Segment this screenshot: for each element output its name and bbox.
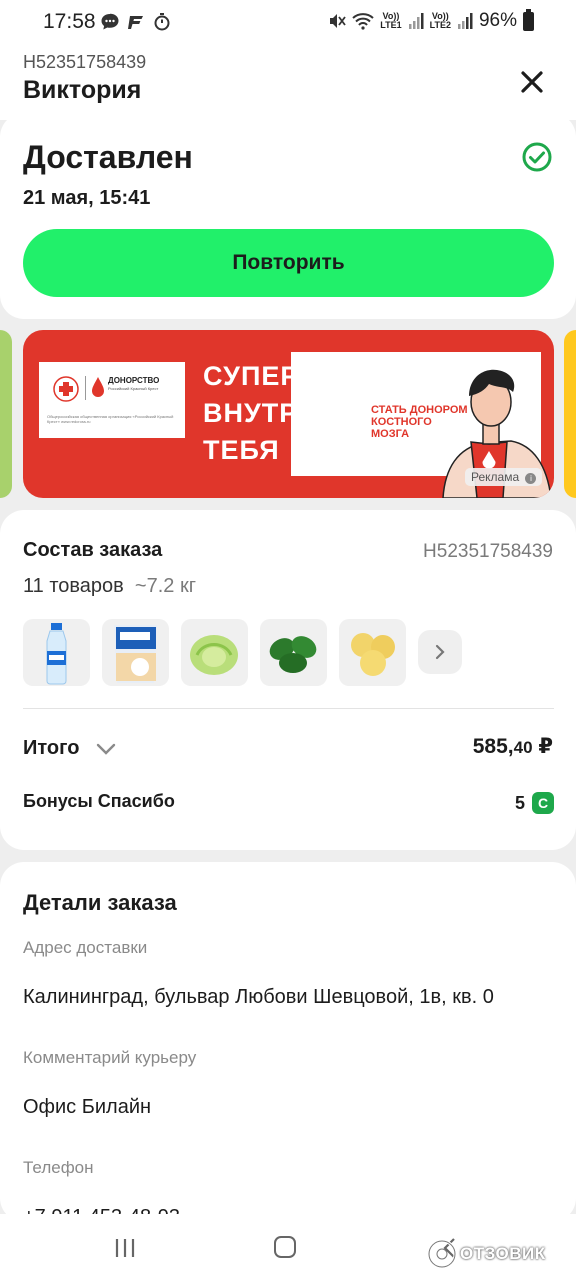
- header-order-number: H52351758439: [23, 52, 147, 72]
- status-left-icons: [100, 12, 172, 32]
- signal-1-icon: [408, 13, 424, 29]
- recents-icon[interactable]: [114, 1238, 136, 1258]
- peaches-icon: [351, 633, 395, 676]
- phone-label: Телефон: [23, 1158, 94, 1177]
- battery-icon: [523, 8, 534, 31]
- cabbage-icon: [190, 635, 238, 675]
- banner-logo-note: Общероссийская общественная организация …: [47, 414, 174, 424]
- status-card: Доставлен 21 мая, 15:41 Повторить: [0, 113, 576, 319]
- blood-drop-icon: [92, 377, 104, 397]
- chevron-down-icon[interactable]: [95, 740, 117, 758]
- product-thumbnails: [23, 619, 462, 686]
- total-value: 585,40 ₽: [472, 735, 553, 758]
- banner-logo-subtitle: Российский Красный Крест: [108, 386, 159, 391]
- promo-banner[interactable]: ДОНОРСТВО Российский Красный Крест Общер…: [23, 330, 554, 498]
- app-f-icon: [128, 16, 143, 29]
- comment-value: Офис Билайн: [23, 1096, 152, 1118]
- repeat-button[interactable]: Повторить: [23, 229, 554, 297]
- status-bar: 17:58 Vo)) LTE1 Vo)) LTE2 96%: [0, 0, 576, 46]
- details-card: Детали заказа Адрес доставки Калининград…: [0, 862, 576, 1222]
- status-right: Vo)) LTE1 Vo)) LTE2 96%: [328, 8, 534, 32]
- close-icon[interactable]: [516, 66, 548, 98]
- watermark: ОТЗОВИК: [426, 1236, 566, 1272]
- sim2-label: Vo)) LTE2: [429, 11, 451, 30]
- spinach-icon: [269, 636, 317, 673]
- water-bottle-icon: [46, 623, 67, 685]
- battery-percent: 96%: [478, 10, 517, 31]
- header: H52351758439 Виктория: [0, 46, 576, 120]
- address-label: Адрес доставки: [23, 938, 148, 957]
- bonus-value: 5: [515, 793, 526, 813]
- info-icon: i: [525, 473, 537, 484]
- timer-icon: [154, 13, 170, 31]
- status-date: 21 мая, 15:41: [23, 187, 151, 209]
- header-customer-name: Виктория: [23, 76, 142, 104]
- more-products-button[interactable]: [418, 630, 462, 674]
- wifi-icon: [352, 13, 374, 30]
- home-icon[interactable]: [274, 1236, 296, 1258]
- status-title: Доставлен: [23, 139, 193, 175]
- thumb-spinach[interactable]: [260, 619, 327, 686]
- banner-logo: ДОНОРСТВО Российский Красный Крест Общер…: [39, 362, 185, 438]
- salt-pack-icon: [114, 625, 157, 683]
- address-value: Калининград, бульвар Любови Шевцовой, 1в…: [23, 986, 494, 1008]
- spasibo-bonus-icon: С: [532, 792, 554, 814]
- banner-prev-peek[interactable]: [0, 330, 12, 498]
- banner-logo-title: ДОНОРСТВО: [108, 376, 160, 385]
- comment-label: Комментарий курьеру: [23, 1048, 197, 1067]
- status-time: 17:58: [43, 10, 96, 33]
- red-cross-icon: [53, 376, 79, 402]
- bonus-label: Бонусы Спасибо: [23, 791, 175, 811]
- mute-icon: [330, 14, 347, 28]
- check-circle-icon: [522, 142, 552, 172]
- total-label[interactable]: Итого: [23, 737, 79, 760]
- order-title: Состав заказа: [23, 539, 163, 561]
- order-card: Состав заказа H52351758439 11 товаров ~7…: [0, 510, 576, 850]
- banner-next-peek[interactable]: [564, 330, 576, 498]
- thumb-cabbage[interactable]: [181, 619, 248, 686]
- divider: [23, 708, 554, 709]
- sim1-label: Vo)) LTE1: [380, 11, 402, 30]
- ad-label[interactable]: Реклама i: [465, 468, 543, 486]
- thumb-peaches[interactable]: [339, 619, 406, 686]
- order-weight: ~7.2 кг: [134, 575, 196, 597]
- details-title: Детали заказа: [23, 890, 177, 915]
- order-number: H52351758439: [423, 541, 553, 562]
- thumb-water-bottle[interactable]: [23, 619, 90, 686]
- watermark-text: ОТЗОВИК: [460, 1244, 546, 1263]
- order-count: 11 товаров ~7.2 кг: [23, 575, 196, 597]
- thumb-salt-pack[interactable]: [102, 619, 169, 686]
- otzovik-logo-icon: [427, 1239, 457, 1269]
- chevron-right-icon: [435, 644, 445, 660]
- message-icon: [101, 13, 119, 30]
- signal-2-icon: [457, 13, 473, 29]
